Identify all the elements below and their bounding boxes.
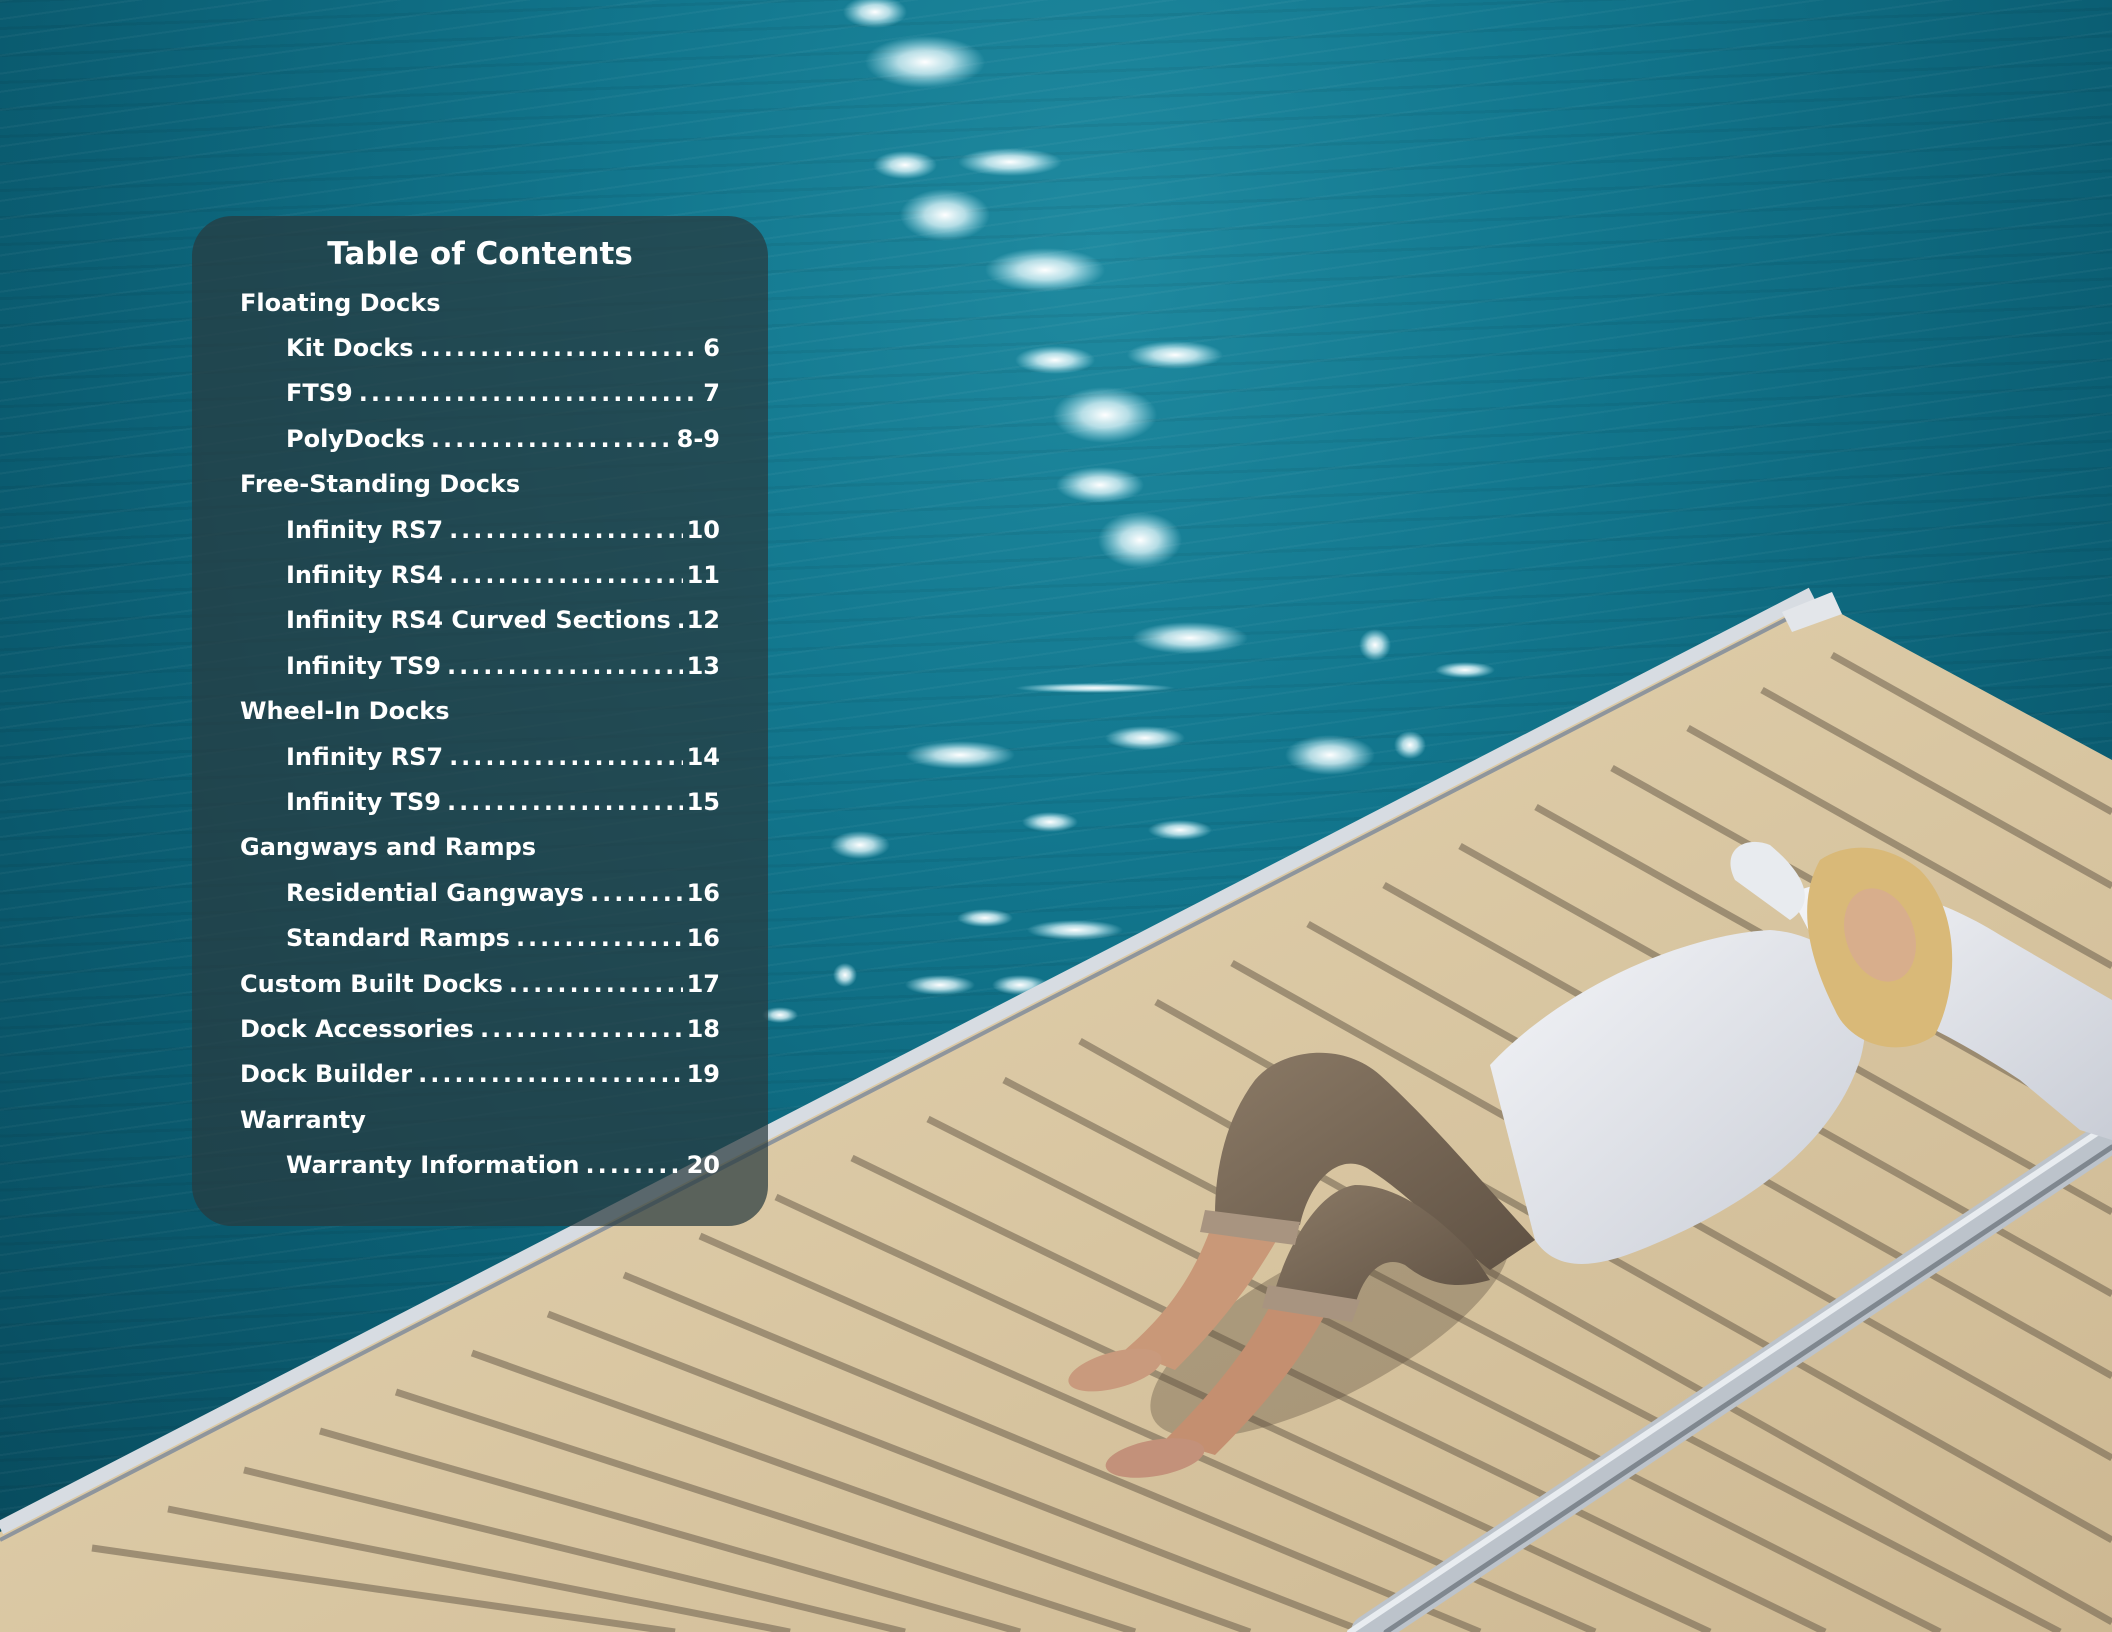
toc-entry-label: Custom Built Docks [240,969,503,998]
toc-entry-label: Floating Docks [240,288,441,317]
toc-section-heading[interactable]: Gangways and Ramps [240,825,720,870]
toc-entry[interactable]: Residential Gangways....................… [240,870,720,915]
toc-entry[interactable]: Warranty Information....................… [240,1142,720,1187]
toc-entry-label: Gangways and Ramps [240,833,537,862]
toc-entry[interactable]: Kit Docks...............................… [240,325,720,370]
toc-leader-dots: ........................................… [590,878,683,907]
toc-page-number: 16 [686,878,720,907]
toc-page-number: 8-9 [676,424,720,453]
toc-leader-dots: ........................................… [449,742,683,771]
toc-section-heading[interactable]: Warranty [240,1097,720,1142]
toc-leader-dots: ........................................… [449,561,683,590]
toc-page-number: 10 [686,515,720,544]
toc-page-number: 15 [686,787,720,816]
toc-section-heading[interactable]: Custom Built Docks......................… [240,961,720,1006]
table-of-contents: Table of Contents Floating Docks Kit Dock… [192,216,768,1226]
toc-entry-label: PolyDocks [286,424,425,453]
toc-leader-dots: ........................................… [446,787,683,816]
toc-entry[interactable]: Standard Ramps..........................… [240,915,720,960]
toc-entry[interactable]: Infinity RS7............................… [240,734,720,779]
toc-entry-label: Infinity RS7 [286,742,444,771]
toc-leader-dots: ........................................… [449,515,683,544]
toc-section-heading[interactable]: Dock Accessories........................… [240,1006,720,1051]
toc-leader-dots: ........................................… [677,606,683,634]
toc-page-number: 18 [686,1014,720,1043]
toc-entry-label: Wheel-In Docks [240,697,450,726]
toc-leader-dots: ........................................… [508,969,683,998]
toc-leader-dots: ........................................… [419,334,700,363]
toc-leader-dots: ........................................… [479,1014,683,1043]
toc-entry-label: Dock Accessories [240,1014,474,1043]
toc-entry[interactable]: FTS9....................................… [240,371,720,416]
toc-entry-label: Kit Docks [286,334,414,363]
toc-leader-dots: ........................................… [585,1151,683,1180]
toc-section-heading[interactable]: Floating Docks [240,280,720,325]
toc-entry[interactable]: Infinity TS9............................… [240,779,720,824]
toc-page-number: 12 [686,606,720,635]
toc-entry[interactable]: Infinity RS7............................… [240,507,720,552]
toc-entry[interactable]: Infinity RS4............................… [240,552,720,597]
toc-page-number: 14 [686,742,720,771]
toc-entry-label: Infinity TS9 [286,787,441,816]
toc-entry-label: FTS9 [286,379,353,408]
toc-page-number: 6 [703,334,720,363]
toc-title: Table of Contents [327,236,633,272]
toc-entry-label: Warranty Information [286,1151,580,1180]
toc-entry-label: Infinity RS4 Curved Sections [286,606,671,635]
toc-entry[interactable]: PolyDocks...............................… [240,416,720,461]
toc-page-number: 20 [686,1151,720,1180]
toc-leader-dots: ........................................… [446,651,683,680]
toc-entry-label: Infinity RS4 [286,561,444,590]
toc-entry-label: Infinity TS9 [286,651,441,680]
toc-entry-label: Dock Builder [240,1060,413,1089]
toc-page-number: 7 [703,379,720,408]
toc-entry[interactable]: Infinity TS9............................… [240,643,720,688]
toc-page-number: 16 [686,924,720,953]
toc-page-number: 13 [686,651,720,680]
toc-section-heading[interactable]: Wheel-In Docks [240,689,720,734]
toc-section-heading[interactable]: Free-Standing Docks [240,462,720,507]
toc-entry-label: Standard Ramps [286,924,510,953]
toc-leader-dots: ........................................… [430,424,673,453]
toc-entry[interactable]: Infinity RS4 Curved Sections............… [240,598,720,643]
toc-list: Floating Docks Kit Docks.................… [240,280,720,1188]
toc-entry-label: Free-Standing Docks [240,470,521,499]
toc-page-number: 11 [686,561,720,590]
toc-leader-dots: ........................................… [418,1060,683,1089]
brochure-page: Table of Contents Floating Docks Kit Dock… [0,0,2112,1632]
toc-entry-label: Warranty [240,1105,366,1134]
toc-page-number: 19 [686,1060,720,1089]
toc-page-number: 17 [686,969,720,998]
toc-entry-label: Residential Gangways [286,878,585,907]
toc-section-heading[interactable]: Dock Builder............................… [240,1052,720,1097]
toc-entry-label: Infinity RS7 [286,515,444,544]
toc-leader-dots: ........................................… [358,379,700,408]
toc-leader-dots: ........................................… [515,924,683,953]
